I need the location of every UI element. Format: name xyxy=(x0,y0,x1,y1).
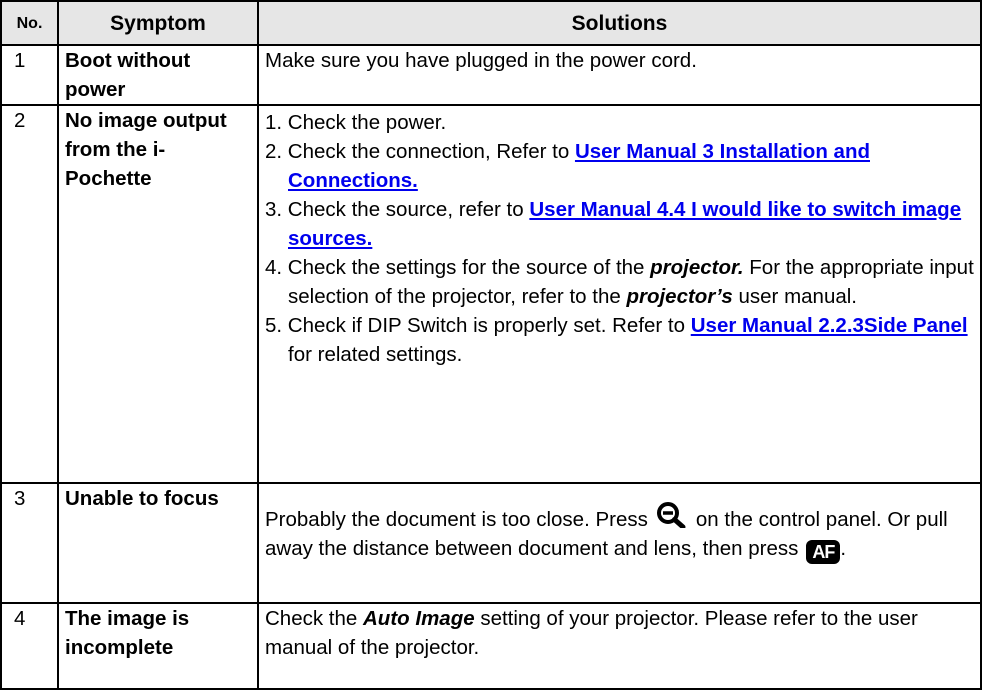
step-1-text: 1. Check the power. xyxy=(265,111,447,134)
troubleshooting-table: No. Symptom Solutions 1 Boot without pow… xyxy=(0,0,982,690)
focus-solution-text-a: Probably the document is too close. Pres… xyxy=(265,508,648,531)
row-symptom: The image is incomplete xyxy=(57,602,259,690)
step-3: 3. Check the source, refer to User Manua… xyxy=(265,195,974,253)
row-number: 2 xyxy=(0,104,59,484)
step-4-text-c: user manual. xyxy=(732,285,857,308)
table-row: 4 The image is incomplete Check the Auto… xyxy=(0,602,982,690)
focus-solution-end: . xyxy=(840,537,847,560)
row-symptom: Unable to focus xyxy=(57,482,259,604)
step-2: 2. Check the connection, Refer to User M… xyxy=(265,137,974,195)
header-solutions: Solutions xyxy=(257,0,982,46)
row-solution: 1. Check the power. 2. Check the connect… xyxy=(257,104,982,484)
row-number: 4 xyxy=(0,602,59,690)
row-symptom: Boot without power xyxy=(57,44,259,106)
header-no: No. xyxy=(0,0,59,46)
step-2-text: 2. Check the connection, Refer to xyxy=(265,140,575,163)
auto-image-emphasis: Auto Image xyxy=(363,607,475,630)
auto-image-text-a: Check the xyxy=(265,607,363,630)
step-5-text: 5. Check if DIP Switch is properly set. … xyxy=(265,314,691,337)
step-5: 5. Check if DIP Switch is properly set. … xyxy=(265,311,974,369)
step-3-text: 3. Check the source, refer to xyxy=(265,198,530,221)
auto-focus-icon: AF xyxy=(806,540,841,564)
table-row: 2 No image output from the i-Pochette 1.… xyxy=(0,104,982,484)
step-4-text-a: 4. Check the settings for the source of … xyxy=(265,256,651,279)
row-solution: Check the Auto Image setting of your pro… xyxy=(257,602,982,690)
step-4-emphasis-projector: projector. xyxy=(650,256,744,279)
row-symptom: No image output from the i-Pochette xyxy=(57,104,259,484)
zoom-out-magnifier-icon xyxy=(656,502,686,530)
table-row: 1 Boot without power Make sure you have … xyxy=(0,44,982,106)
row-solution: Make sure you have plugged in the power … xyxy=(257,44,982,106)
solution-steps: 1. Check the power. 2. Check the connect… xyxy=(265,108,974,369)
header-symptom: Symptom xyxy=(57,0,259,46)
step-4: 4. Check the settings for the source of … xyxy=(265,253,974,311)
table-header-row: No. Symptom Solutions xyxy=(0,0,982,46)
step-4-emphasis-projectors: projector’s xyxy=(626,285,733,308)
row-number: 3 xyxy=(0,482,59,604)
step-5-text-post: for related settings. xyxy=(288,343,463,366)
step-1: 1. Check the power. xyxy=(265,108,974,137)
row-solution: Probably the document is too close. Pres… xyxy=(257,482,982,604)
table-row: 3 Unable to focus Probably the document … xyxy=(0,482,982,604)
row-number: 1 xyxy=(0,44,59,106)
side-panel-link[interactable]: User Manual 2.2.3Side Panel xyxy=(691,314,968,337)
